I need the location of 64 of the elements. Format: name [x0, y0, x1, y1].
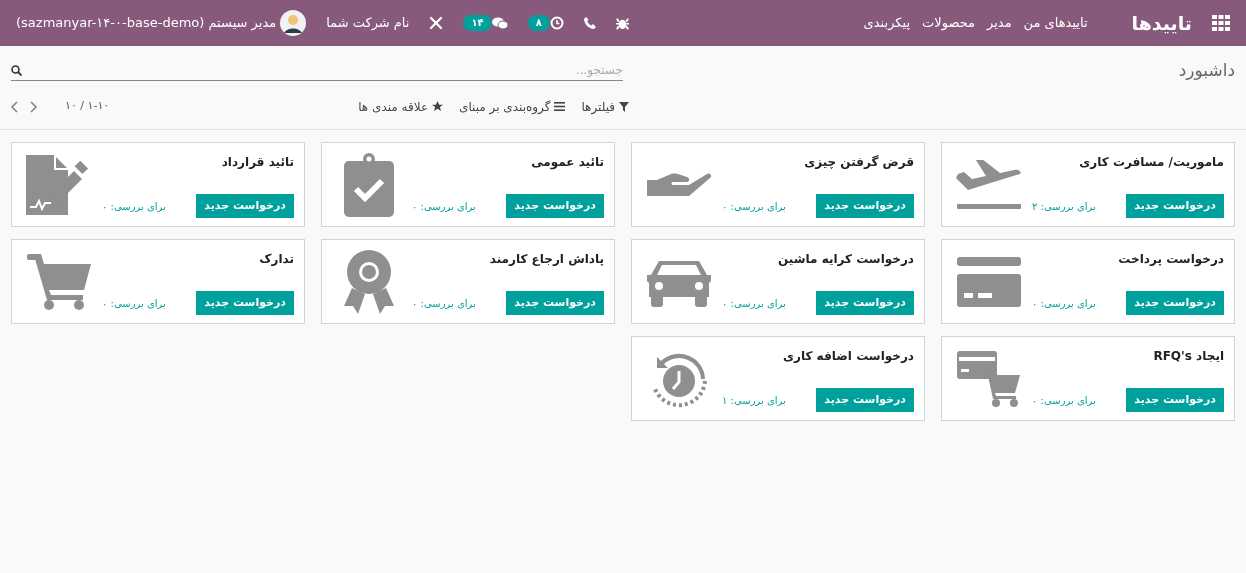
new-request-button[interactable]: درخواست جدید [506, 194, 604, 218]
new-request-button[interactable]: درخواست جدید [816, 388, 914, 412]
card-title: تائید قرارداد [220, 154, 294, 171]
to-review-link[interactable]: برای بررسی: ۰ [722, 198, 786, 214]
new-request-button[interactable]: درخواست جدید [196, 194, 294, 218]
card-title: ایجاد RFQ's [1152, 348, 1224, 365]
apps-menu-icon[interactable] [1212, 15, 1230, 31]
phone-icon[interactable] [583, 17, 596, 29]
list-icon [554, 102, 566, 111]
credit-card-icon [957, 257, 1021, 307]
to-review-link[interactable]: برای بررسی: ۰ [102, 198, 166, 214]
card-title: تائید عمومی [530, 154, 604, 171]
new-request-button[interactable]: درخواست جدید [816, 194, 914, 218]
card-title: پاداش ارجاع کارمند [488, 251, 604, 268]
company-switcher[interactable]: نام شرکت شما [326, 13, 410, 33]
search-field[interactable]: جستجو... [22, 61, 623, 80]
menu-item[interactable]: محصولات [922, 13, 976, 33]
open-hand-icon [647, 172, 711, 198]
card-title: قرض گرفتن چیزی [803, 154, 914, 171]
new-request-button[interactable]: درخواست جدید [1126, 194, 1224, 218]
menu-item[interactable]: پیکربندی [863, 13, 911, 33]
new-request-button[interactable]: درخواست جدید [196, 291, 294, 315]
card-title: تدارک [258, 251, 294, 268]
card-title: درخواست اضافه کاری [782, 348, 914, 365]
search-icon[interactable] [11, 64, 22, 76]
chevron-left-icon[interactable] [11, 100, 18, 113]
to-review-link[interactable]: برای بررسی: ۰ [102, 295, 166, 311]
airplane-icon [956, 160, 1022, 210]
to-review-link[interactable]: برای بررسی: ۲ [1032, 198, 1096, 214]
new-request-button[interactable]: درخواست جدید [816, 291, 914, 315]
to-review-link[interactable]: برای بررسی: ۰ [1032, 392, 1096, 408]
award-ribbon-icon [344, 250, 394, 314]
card-title: درخواست کرایه ماشین [777, 251, 914, 268]
card-and-cart-icon [957, 351, 1021, 407]
clipboard-check-icon [344, 153, 394, 217]
new-request-button[interactable]: درخواست جدید [1126, 291, 1224, 315]
filter-icon [619, 101, 629, 112]
card-title: ماموریت/ مسافرت کاری [1078, 154, 1224, 171]
user-menu[interactable]: مدیر سیستم (sazmanyar-۱۴-۰-base-demo) [16, 13, 277, 33]
bug-icon[interactable] [615, 16, 629, 30]
dropdown-toggle[interactable]: فیلترها [581, 97, 629, 116]
count-badge: ۱۴ [463, 15, 492, 31]
clock-icon[interactable] [549, 16, 564, 30]
breadcrumb: داشبورد [1178, 59, 1235, 82]
chat-icon[interactable] [491, 16, 508, 30]
brand-link[interactable]: تاییدها [1131, 8, 1192, 38]
menu-item[interactable]: مدیر [987, 13, 1012, 33]
new-request-button[interactable]: درخواست جدید [1126, 388, 1224, 412]
to-review-link[interactable]: برای بررسی: ۰ [1032, 295, 1096, 311]
chevron-right-icon[interactable] [30, 100, 37, 113]
card-title: درخواست پرداخت [1117, 251, 1224, 268]
star-icon [432, 101, 444, 112]
dropdown-toggle[interactable]: گروه‌بندی بر مبنای [459, 97, 566, 116]
to-review-link[interactable]: برای بررسی: ۰ [412, 295, 476, 311]
pager-value: ۱-۱۰ / ۱۰ [65, 98, 110, 115]
menu-item[interactable]: تاییدهای من [1023, 13, 1088, 33]
to-review-link[interactable]: برای بررسی: ۰ [722, 295, 786, 311]
avatar-icon[interactable] [280, 10, 307, 36]
dropdown-toggle[interactable]: علاقه مندی ها [358, 97, 444, 116]
to-review-link[interactable]: برای بررسی: ۰ [412, 198, 476, 214]
new-request-button[interactable]: درخواست جدید [506, 291, 604, 315]
shopping-cart-icon [27, 254, 91, 310]
to-review-link[interactable]: برای بررسی: ۱ [722, 392, 786, 408]
count-badge: ۸ [527, 15, 550, 31]
